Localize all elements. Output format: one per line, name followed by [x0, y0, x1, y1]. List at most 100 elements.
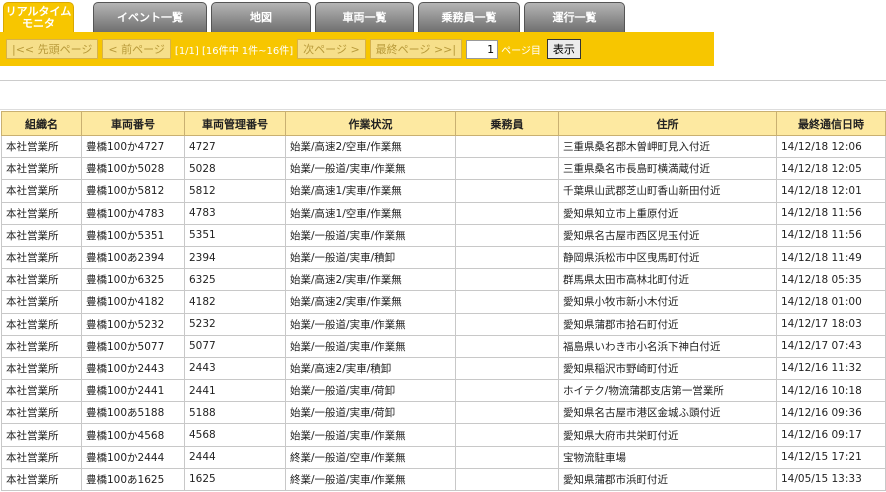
cell-status: 始業/一般道/実車/作業無: [285, 157, 456, 181]
cell-manage-no: 5351: [184, 223, 286, 247]
cell-crew: [455, 245, 559, 270]
tab-event-list[interactable]: イベント一覧: [93, 2, 207, 32]
vehicle-table: 組織名 車両番号 車両管理番号 作業状況 乗務員 住所 最終通信日時 本社営業所…: [1, 111, 886, 492]
cell-address: 群馬県太田市高林北町付近: [558, 268, 777, 292]
cell-status: 始業/一般道/実車/荷卸: [285, 401, 456, 425]
tab-bar: リアルタイム モニタ イベント一覧 地図 車両一覧 乗務員一覧 運行一覧: [0, 0, 714, 32]
tab-label: リアルタイム モニタ: [5, 4, 72, 30]
cell-last-comm: 14/05/15 13:33: [776, 467, 886, 492]
table-row[interactable]: 本社営業所 豊橋100か5028 5028 始業/一般道/実車/作業無 三重県桑名市長島…: [1, 157, 886, 181]
table-row[interactable]: 本社営業所 豊橋100か4182 4182 始業/高速2/実車/作業無 愛知県小牧市新小…: [1, 290, 886, 314]
table-row[interactable]: 本社営業所 豊橋100か5351 5351 始業/一般道/実車/作業無 愛知県名古屋市西…: [1, 223, 886, 247]
tab-vehicle-list[interactable]: 車両一覧: [315, 2, 414, 32]
cell-org: 本社営業所: [1, 157, 82, 181]
cell-vehicle-no: 豊橋100か5351: [81, 223, 185, 247]
cell-org: 本社営業所: [1, 423, 82, 447]
cell-org: 本社営業所: [1, 467, 82, 492]
table-row[interactable]: 本社営業所 豊橋100か4568 4568 始業/一般道/実車/作業無 愛知県大府市共栄…: [1, 423, 886, 447]
table-header-row: 組織名 車両番号 車両管理番号 作業状況 乗務員 住所 最終通信日時: [1, 111, 886, 136]
tab-label: 乗務員一覧: [441, 10, 497, 24]
table-row[interactable]: 本社営業所 豊橋100か2444 2444 終業/一般道/空車/作業無 宝物流駐車場 14…: [1, 445, 886, 469]
cell-vehicle-no: 豊橋100か2443: [81, 356, 185, 381]
cell-address: 静岡県浜松市中区曳馬町付近: [558, 245, 777, 270]
cell-status: 始業/一般道/実車/荷卸: [285, 379, 456, 403]
tab-operation-list[interactable]: 運行一覧: [524, 2, 625, 32]
show-button[interactable]: 表示: [546, 39, 581, 59]
cell-vehicle-no: 豊橋100あ2394: [81, 245, 185, 270]
cell-crew: [455, 223, 559, 247]
table-row[interactable]: 本社営業所 豊橋100か5232 5232 始業/一般道/実車/作業無 愛知県蒲郡市拾石…: [1, 312, 886, 336]
tab-realtime-monitor[interactable]: リアルタイム モニタ: [3, 2, 74, 32]
tab-map[interactable]: 地図: [211, 2, 311, 32]
first-page-button[interactable]: |<< 先頭ページ: [6, 39, 99, 59]
cell-manage-no: 5812: [184, 179, 286, 203]
table-row[interactable]: 本社営業所 豊橋100か2443 2443 始業/高速2/実車/積卸 愛知県稲沢市野崎町…: [1, 356, 886, 381]
cell-manage-no: 5077: [184, 334, 286, 358]
last-page-button[interactable]: 最終ページ >>|: [369, 39, 463, 59]
cell-last-comm: 14/12/18 05:35: [776, 268, 886, 292]
cell-crew: [455, 423, 559, 447]
cell-status: 始業/一般道/実車/作業無: [285, 312, 456, 336]
cell-org: 本社営業所: [1, 379, 82, 403]
cell-last-comm: 14/12/18 11:56: [776, 223, 886, 247]
cell-manage-no: 2444: [184, 445, 286, 469]
tab-crew-list[interactable]: 乗務員一覧: [418, 2, 520, 32]
cell-status: 始業/一般道/実車/積卸: [285, 245, 456, 270]
cell-crew: [455, 134, 559, 159]
cell-address: 三重県桑名郡木曽岬町見入付近: [558, 134, 777, 159]
cell-vehicle-no: 豊橋100か2441: [81, 379, 185, 403]
cell-crew: [455, 179, 559, 203]
table-body: 本社営業所 豊橋100か4727 4727 始業/高速2/空車/作業無 三重県桑名郡木曽…: [1, 134, 886, 492]
cell-manage-no: 4182: [184, 290, 286, 314]
header-vehicle-no: 車両番号: [81, 111, 185, 136]
page-number-input[interactable]: [466, 39, 499, 59]
cell-status: 始業/一般道/実車/作業無: [285, 423, 456, 447]
cell-address: 愛知県名古屋市西区児玉付近: [558, 223, 777, 247]
cell-address: 愛知県小牧市新小木付近: [558, 290, 777, 314]
cell-org: 本社営業所: [1, 334, 82, 358]
cell-last-comm: 14/12/16 09:17: [776, 423, 886, 447]
table-row[interactable]: 本社営業所 豊橋100あ1625 1625 終業/一般道/実車/作業無 愛知県蒲郡市浜町…: [1, 467, 886, 492]
table-row[interactable]: 本社営業所 豊橋100か2441 2441 始業/一般道/実車/荷卸 ホイテク/物流蒲郡…: [1, 379, 886, 403]
cell-vehicle-no: 豊橋100か5077: [81, 334, 185, 358]
cell-manage-no: 5232: [184, 312, 286, 336]
table-row[interactable]: 本社営業所 豊橋100か5077 5077 始業/一般道/実車/作業無 福島県いわき市小…: [1, 334, 886, 358]
cell-last-comm: 14/12/16 09:36: [776, 401, 886, 425]
spacer-bar: [0, 80, 886, 110]
cell-address: 愛知県名古屋市港区金城ふ頭付近: [558, 401, 777, 425]
cell-last-comm: 14/12/18 11:56: [776, 201, 886, 225]
cell-last-comm: 14/12/18 12:01: [776, 179, 886, 203]
cell-manage-no: 5188: [184, 401, 286, 425]
page-suffix: ページ目: [501, 45, 541, 57]
cell-manage-no: 1625: [184, 467, 286, 492]
table-row[interactable]: 本社営業所 豊橋100か4727 4727 始業/高速2/空車/作業無 三重県桑名郡木曽…: [1, 134, 886, 159]
table-row[interactable]: 本社営業所 豊橋100か6325 6325 始業/高速2/実車/作業無 群馬県太田市高林…: [1, 268, 886, 292]
cell-org: 本社営業所: [1, 134, 82, 159]
cell-last-comm: 14/12/18 12:05: [776, 157, 886, 181]
cell-org: 本社営業所: [1, 290, 82, 314]
table-row[interactable]: 本社営業所 豊橋100あ5188 5188 始業/一般道/実車/荷卸 愛知県名古屋市港区…: [1, 401, 886, 425]
cell-vehicle-no: 豊橋100か6325: [81, 268, 185, 292]
table-row[interactable]: 本社営業所 豊橋100あ2394 2394 始業/一般道/実車/積卸 静岡県浜松市中区曳…: [1, 245, 886, 270]
tab-label: イベント一覧: [117, 10, 183, 24]
cell-manage-no: 5028: [184, 157, 286, 181]
cell-address: 宝物流駐車場: [558, 445, 777, 469]
header-crew: 乗務員: [455, 111, 559, 136]
cell-crew: [455, 268, 559, 292]
cell-status: 終業/一般道/空車/作業無: [285, 445, 456, 469]
prev-page-button[interactable]: < 前ページ: [102, 39, 171, 59]
cell-address: 千葉県山武郡芝山町香山新田付近: [558, 179, 777, 203]
cell-status: 始業/一般道/実車/作業無: [285, 223, 456, 247]
cell-status: 始業/高速1/実車/作業無: [285, 179, 456, 203]
cell-vehicle-no: 豊橋100か4727: [81, 134, 185, 159]
cell-vehicle-no: 豊橋100か4182: [81, 290, 185, 314]
cell-status: 始業/高速2/実車/作業無: [285, 268, 456, 292]
cell-manage-no: 6325: [184, 268, 286, 292]
next-page-button[interactable]: 次ページ >: [297, 39, 366, 59]
cell-status: 始業/高速1/空車/作業無: [285, 201, 456, 225]
cell-address: 愛知県大府市共栄町付近: [558, 423, 777, 447]
cell-address: 愛知県蒲郡市浜町付近: [558, 467, 777, 492]
table-row[interactable]: 本社営業所 豊橋100か5812 5812 始業/高速1/実車/作業無 千葉県山武郡芝山…: [1, 179, 886, 203]
table-row[interactable]: 本社営業所 豊橋100か4783 4783 始業/高速1/空車/作業無 愛知県知立市上重…: [1, 201, 886, 225]
cell-org: 本社営業所: [1, 356, 82, 381]
